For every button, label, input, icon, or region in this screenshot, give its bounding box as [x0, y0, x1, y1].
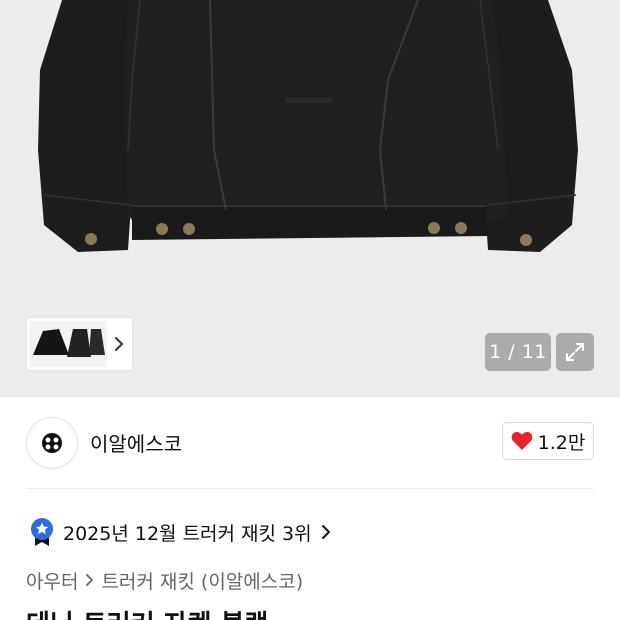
brand-name[interactable]: 이알에스코: [90, 428, 182, 457]
brand-logo-mark: [42, 433, 62, 453]
expand-image-button[interactable]: [556, 333, 594, 371]
ranking-badge-icon: [31, 518, 53, 546]
breadcrumb-subcategory[interactable]: 트러커 재킷 (이알에스코): [101, 567, 303, 594]
thumbnail-next-button[interactable]: [107, 321, 131, 367]
chevron-right-icon: [86, 574, 94, 586]
chevron-right-icon: [321, 525, 330, 539]
heart-icon: [511, 431, 532, 450]
breadcrumb-category[interactable]: 아우터: [26, 567, 78, 594]
image-counter: 1 / 11: [485, 333, 551, 371]
thumbnail-image[interactable]: [29, 321, 107, 367]
thumbnail-strip[interactable]: [26, 317, 133, 371]
ranking-link[interactable]: 2025년 12월 트러커 재킷 3위: [30, 514, 331, 550]
thumbnail-jacket-graphic: [33, 329, 105, 357]
brand-row: 이알에스코 1.2만: [26, 397, 594, 489]
ranking-text: 2025년 12월 트러커 재킷 3위: [63, 522, 312, 545]
product-image-gallery[interactable]: 1 / 11: [0, 0, 620, 397]
chevron-right-icon: [115, 337, 123, 351]
expand-icon: [566, 343, 584, 361]
brand-logo[interactable]: [26, 417, 78, 469]
product-title: 데님 트러커 자켓 블랙: [26, 604, 268, 620]
breadcrumb: 아우터 트러커 재킷 (이알에스코): [26, 566, 303, 594]
like-count: 1.2만: [537, 431, 586, 454]
like-button[interactable]: 1.2만: [502, 422, 594, 460]
